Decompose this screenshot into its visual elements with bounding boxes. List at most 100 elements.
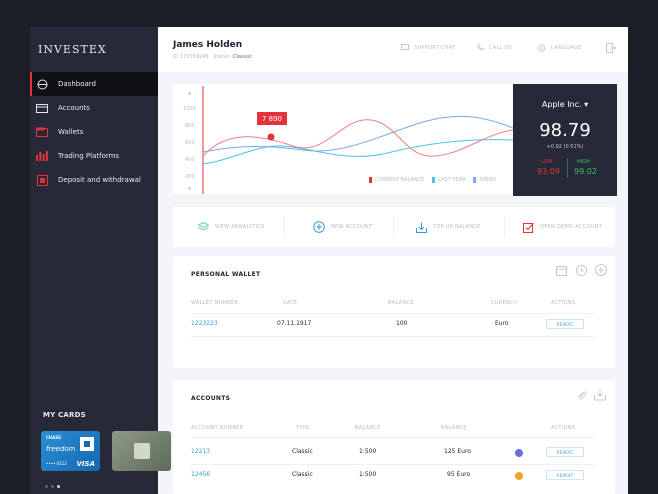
card-amex[interactable] xyxy=(112,431,171,471)
wallet-icon xyxy=(36,127,48,137)
sidebar-item-wallets[interactable]: Wallets xyxy=(30,120,158,144)
sidebar: INVESTEX Dashboard Accounts Wallets Trad… xyxy=(30,27,171,494)
series-current-balance-line xyxy=(202,119,513,157)
quick-actions-bar: VIEW ANNALYTICS NEW ACCOUNT TOP UP BALAN… xyxy=(173,207,615,247)
language-label: LANGUAGE xyxy=(551,45,582,51)
repeat-button[interactable]: REPEAT xyxy=(546,470,584,480)
logout-icon[interactable] xyxy=(606,43,616,53)
chart-tick-800: 800 xyxy=(185,123,195,129)
open-demo-account-button[interactable]: OPEN DEMO ACCOUNT xyxy=(523,207,602,247)
accounts-title: ACCOUNTS xyxy=(191,395,231,402)
sidebar-item-label: Dashboard xyxy=(58,80,96,88)
new-account-button[interactable]: NEW ACCOUNT xyxy=(313,207,372,247)
language-link[interactable]: LANGUAGE xyxy=(538,44,581,52)
chart-tick-down: ▼ xyxy=(188,186,192,191)
legend-swatch xyxy=(369,177,372,183)
stock-high-value: 99.02 xyxy=(574,167,597,176)
view-analytics-button[interactable]: VIEW ANNALYTICS xyxy=(198,207,265,247)
accounts-panel: ACCOUNTS ACCOUNT NUMBER TYPE BALANCE BAL… xyxy=(173,380,615,494)
accounts-icon xyxy=(36,103,48,113)
sidebar-item-trading-platforms[interactable]: Trading Platforms xyxy=(30,144,158,168)
account-balance: 95 Euro xyxy=(447,471,471,478)
card-digits: •••• 0112 xyxy=(46,461,67,466)
wallet-number-link[interactable]: 1223223 xyxy=(191,320,218,327)
column-header[interactable]: ACTIONS xyxy=(551,425,575,431)
stock-divider xyxy=(567,158,568,178)
repeat-button[interactable]: REPEAT xyxy=(546,447,584,457)
dashboard-icon xyxy=(36,79,48,89)
column-header[interactable]: WALLET NUMBER xyxy=(191,300,238,306)
repeat-button[interactable]: REPEAT xyxy=(546,319,584,329)
divider xyxy=(191,336,596,337)
personal-wallet-panel: PERSONAL WALLET WALLET NUMBER DATE BALAN… xyxy=(173,256,615,368)
platform-dot-icon xyxy=(515,449,523,457)
support-chat-link[interactable]: SUPPORT CHAT xyxy=(401,44,456,51)
divider xyxy=(393,216,394,238)
account-leverage: 1:500 xyxy=(359,448,377,455)
wallet-title: PERSONAL WALLET xyxy=(191,271,261,278)
call-us-link[interactable]: CALL US xyxy=(477,44,512,51)
attach-icon[interactable] xyxy=(577,391,587,401)
sidebar-item-label: Trading Platforms xyxy=(58,152,120,160)
column-header[interactable]: CURENCY xyxy=(491,300,517,306)
chart-active-point[interactable] xyxy=(267,133,275,141)
trading-icon xyxy=(36,151,48,161)
view-analytics-label: VIEW ANNALYTICS xyxy=(215,224,265,230)
sidebar-item-label: Accounts xyxy=(58,104,90,112)
sidebar-item-accounts[interactable]: Accounts xyxy=(30,96,158,120)
column-header[interactable]: ACCOUNT NUMBER xyxy=(191,425,243,431)
column-header[interactable]: BALANCE xyxy=(388,300,414,306)
download-icon xyxy=(416,222,427,233)
user-meta: ID 172559248 Status: Classic xyxy=(173,54,252,60)
stock-symbol-select[interactable]: Apple Inc. ▾ xyxy=(513,100,617,109)
sidebar-item-deposit-withdrawal[interactable]: Deposit and withdrawal xyxy=(30,168,158,192)
balance-chart: ▲ 1000 800 600 400 200 ▼ 7 890 CURRENT B… xyxy=(173,84,513,194)
card-chase-freedom[interactable]: CHASE freedom •••• 0112 VISA xyxy=(41,431,100,471)
user-name: James Holden xyxy=(173,40,243,50)
top-up-balance-button[interactable]: TOP UP BALANCE xyxy=(416,207,481,247)
sidebar-item-label: Deposit and withdrawal xyxy=(58,176,141,184)
column-header[interactable]: BALANCE xyxy=(355,425,381,431)
account-balance: 125 Euro xyxy=(444,448,471,455)
account-number-link[interactable]: 12456 xyxy=(191,471,210,478)
call-us-label: CALL US xyxy=(489,44,513,51)
column-header[interactable]: BALANCE xyxy=(441,425,467,431)
gear-icon xyxy=(538,44,546,52)
stock-change: +0.92 (0.51%) xyxy=(546,144,584,150)
stock-widget: Apple Inc. ▾ 98.79 +0.92 (0.51%) LOW 93.… xyxy=(513,84,617,196)
add-circle-icon[interactable] xyxy=(595,264,607,276)
wallet-currency: Euro xyxy=(495,320,509,327)
inbox-icon[interactable] xyxy=(594,389,606,401)
calendar-icon[interactable] xyxy=(556,265,567,276)
card-carousel-dots[interactable] xyxy=(45,485,60,488)
legend-current-balance[interactable]: CURRENT BALANCE xyxy=(369,177,424,183)
carousel-dot[interactable] xyxy=(45,485,48,488)
account-type: Classic xyxy=(292,471,313,478)
stock-low-value: 93.09 xyxy=(537,167,560,176)
chart-tick-1000: 1000 xyxy=(183,106,196,112)
carousel-dot-active[interactable] xyxy=(57,485,60,488)
card-network: VISA xyxy=(76,460,95,468)
divider xyxy=(191,313,596,314)
column-header[interactable]: TYPE xyxy=(296,425,309,431)
account-number-link[interactable]: 12213 xyxy=(191,448,210,455)
carousel-dot[interactable] xyxy=(51,485,54,488)
sidebar-item-dashboard[interactable]: Dashboard xyxy=(30,72,158,96)
status-value: Classic xyxy=(232,54,252,60)
open-demo-account-label: OPEN DEMO ACCOUNT xyxy=(540,224,603,230)
new-account-label: NEW ACCOUNT xyxy=(331,224,373,230)
legend-last-year[interactable]: LAST YEAR xyxy=(432,177,465,183)
account-type: Classic xyxy=(292,448,313,455)
chase-logo-icon xyxy=(80,437,94,451)
clock-icon[interactable] xyxy=(576,265,587,276)
deposit-icon xyxy=(36,174,48,186)
divider xyxy=(504,216,505,238)
legend-label: LAST YEAR xyxy=(438,177,466,183)
legend-spend[interactable]: SPEND xyxy=(473,177,496,183)
card-bank: CHASE xyxy=(46,435,61,440)
platform-dot-icon xyxy=(515,472,523,480)
amex-centurion-icon xyxy=(134,443,150,459)
sidebar-nav: Dashboard Accounts Wallets Trading Platf… xyxy=(30,72,158,192)
column-header[interactable]: DATE xyxy=(283,300,297,306)
column-header[interactable]: ACTIONS xyxy=(551,300,575,306)
